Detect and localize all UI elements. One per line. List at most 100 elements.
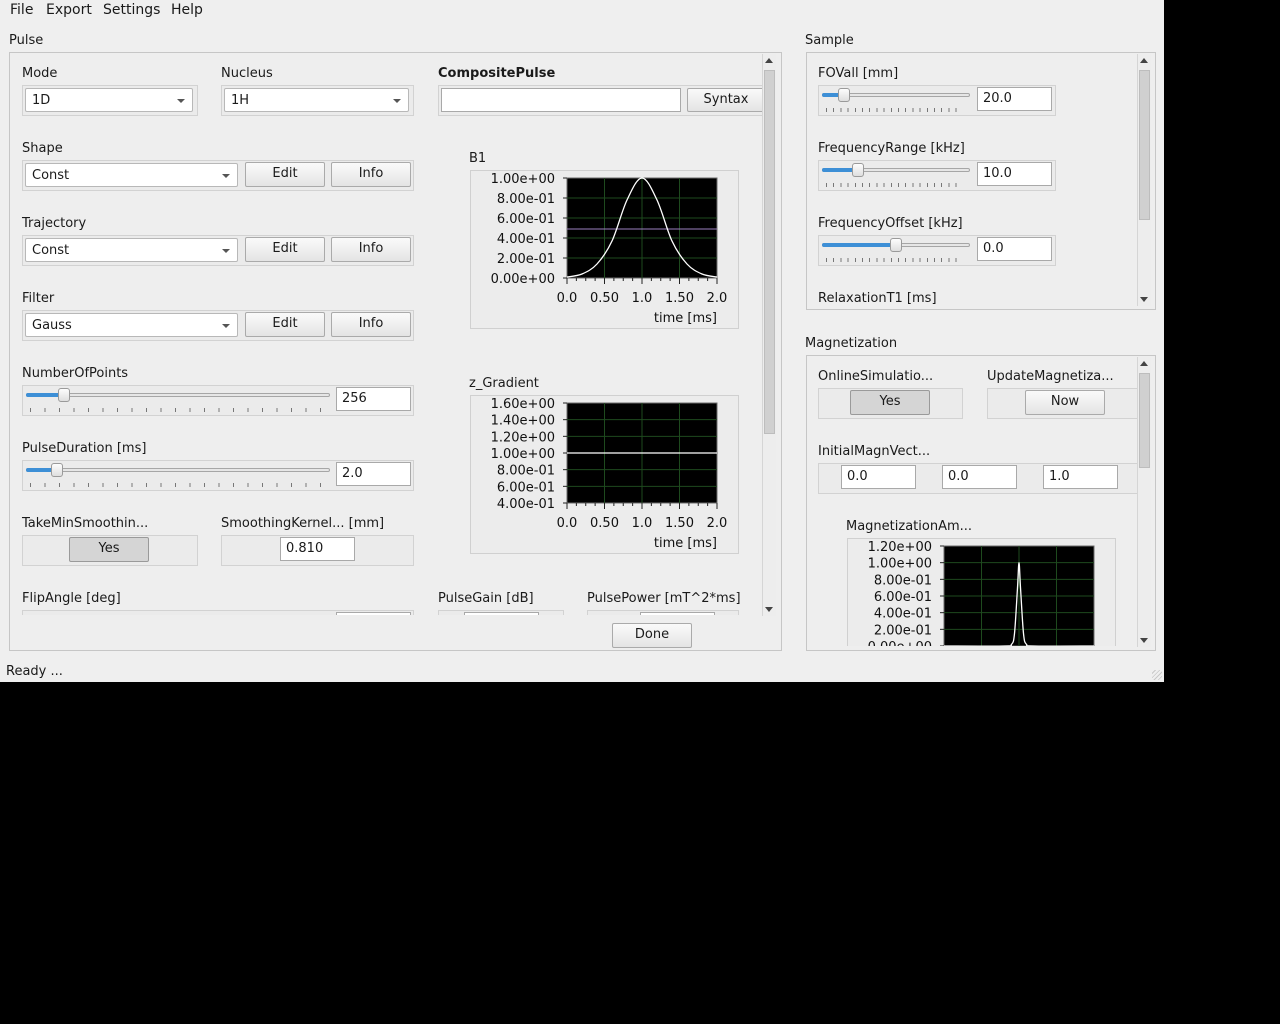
y-tick-label: 4.00e-01: [497, 232, 555, 247]
frequency-range-input[interactable]: 10.0: [977, 162, 1052, 186]
z-gradient-plot: 4.00e-01 6.00e-018.00e-01 1.00e+00 1.20e+00…: [491, 397, 728, 551]
shape-label: Shape: [22, 141, 63, 156]
scroll-down-icon[interactable]: [1140, 297, 1148, 302]
frequency-offset-input[interactable]: 0.0: [977, 237, 1052, 261]
x-tick-label: 0.50: [590, 291, 619, 306]
trajectory-value: Const: [32, 243, 70, 258]
slider-handle[interactable]: [852, 163, 864, 177]
status-bar-text: Ready ...: [6, 664, 63, 679]
nucleus-label: Nucleus: [221, 66, 273, 81]
update-magnetization-label: UpdateMagnetiza...: [987, 369, 1114, 384]
y-tick-label: 1.00e+00: [491, 447, 555, 462]
fovall-input[interactable]: 20.0: [977, 87, 1052, 111]
number-of-points-input[interactable]: 256: [336, 387, 411, 411]
x-tick-label: 0.50: [590, 516, 619, 531]
scrollbar-thumb[interactable]: [764, 70, 775, 434]
pulse-group-title: Pulse: [9, 33, 44, 48]
scroll-up-icon[interactable]: [1140, 361, 1148, 366]
shape-select[interactable]: Const: [25, 163, 238, 187]
scroll-down-icon[interactable]: [1140, 638, 1148, 643]
menu-file[interactable]: File: [10, 2, 33, 18]
mode-select[interactable]: 1D: [25, 88, 193, 112]
pulse-gain-input[interactable]: [464, 612, 539, 615]
chevron-down-icon: [222, 174, 230, 178]
x-tick-label: 1.0: [632, 291, 653, 306]
frequency-offset-slider[interactable]: [822, 238, 970, 263]
x-tick-label: 2.0: [707, 516, 728, 531]
menu-bar: File Export Settings Help: [0, 0, 1164, 22]
pulse-scroll-area: Mode 1D Nucleus 1H CompositePulse Syntax…: [12, 55, 762, 615]
z-gradient-plot-title: z_Gradient: [469, 376, 539, 391]
filter-info-button[interactable]: Info: [331, 312, 411, 337]
y-tick-label: 8.00e-01: [874, 573, 932, 588]
z-gradient-plot-frame: 4.00e-01 6.00e-01 8.00e-01 1.00e+00 1.20e+00…: [470, 395, 739, 554]
scroll-up-icon[interactable]: [1140, 58, 1148, 63]
syntax-button[interactable]: Syntax: [687, 88, 762, 112]
b1-plot-frame: 0.00e+00 2.00e-01 4.00e-01 6.00e-01 8.00e-01…: [470, 170, 739, 329]
magnetization-amplitude-frame: 0.00e+00 2.00e-014.00e-01 6.00e-01 8.00e-01…: [847, 538, 1116, 646]
scroll-up-icon[interactable]: [765, 58, 773, 63]
initial-magn-vector-label: InitialMagnVect...: [818, 444, 931, 459]
y-tick-label: 8.00e-01: [497, 192, 555, 207]
menu-help[interactable]: Help: [171, 2, 203, 18]
flip-angle-input[interactable]: [336, 612, 411, 615]
magnetization-vertical-scrollbar[interactable]: [1137, 357, 1151, 647]
initial-magn-z-input[interactable]: 1.0: [1043, 465, 1118, 489]
chevron-down-icon: [393, 99, 401, 103]
slider-handle[interactable]: [58, 388, 70, 402]
trajectory-select[interactable]: Const: [25, 238, 238, 262]
scrollbar-thumb[interactable]: [1139, 373, 1150, 468]
online-simulation-toggle[interactable]: Yes: [850, 390, 930, 415]
filter-edit-button[interactable]: Edit: [245, 312, 325, 337]
y-tick-label: 0.00e+00: [491, 272, 555, 287]
y-tick-label: 1.00e+00: [868, 557, 932, 572]
application-window: File Export Settings Help Pulse Mode 1D …: [0, 0, 1164, 682]
x-tick-label: 2.0: [707, 291, 728, 306]
trajectory-edit-button[interactable]: Edit: [245, 237, 325, 262]
frequency-range-slider[interactable]: [822, 163, 970, 188]
take-min-smoothing-label: TakeMinSmoothin...: [22, 516, 149, 531]
b1-plot: 0.00e+00 2.00e-01 4.00e-01 6.00e-01 8.00e-01…: [491, 172, 728, 326]
y-tick-label: 4.00e-01: [497, 497, 555, 512]
scroll-down-icon[interactable]: [765, 607, 773, 612]
filter-select[interactable]: Gauss: [25, 313, 238, 337]
pulse-duration-label: PulseDuration [ms]: [22, 441, 147, 456]
initial-magn-y-input[interactable]: 0.0: [942, 465, 1017, 489]
b1-plot-title: B1: [469, 151, 487, 166]
magnetization-amplitude-plot: 0.00e+00 2.00e-014.00e-01 6.00e-01 8.00e-01…: [868, 540, 1095, 646]
menu-settings[interactable]: Settings: [103, 2, 160, 18]
trajectory-info-button[interactable]: Info: [331, 237, 411, 262]
menu-export[interactable]: Export: [46, 2, 92, 18]
initial-magn-x-input[interactable]: 0.0: [841, 465, 916, 489]
x-tick-label: 1.50: [665, 291, 694, 306]
y-tick-label: 1.00e+00: [491, 172, 555, 187]
sample-vertical-scrollbar[interactable]: [1137, 54, 1151, 306]
composite-pulse-input[interactable]: [441, 88, 681, 112]
number-of-points-slider[interactable]: [26, 388, 330, 413]
nucleus-select[interactable]: 1H: [224, 88, 409, 112]
update-magnetization-now-button[interactable]: Now: [1025, 390, 1105, 415]
magnetization-group-title: Magnetization: [805, 336, 898, 351]
shape-info-button[interactable]: Info: [331, 162, 411, 187]
chevron-down-icon: [222, 249, 230, 253]
slider-handle[interactable]: [838, 88, 850, 102]
x-tick-label: 1.50: [665, 516, 694, 531]
shape-edit-button[interactable]: Edit: [245, 162, 325, 187]
take-min-smoothing-toggle[interactable]: Yes: [69, 537, 149, 562]
pulse-duration-slider[interactable]: [26, 463, 330, 488]
smoothing-kernel-input[interactable]: 0.810: [280, 537, 355, 561]
fovall-label: FOVall [mm]: [818, 66, 899, 81]
pulse-vertical-scrollbar[interactable]: [762, 54, 776, 616]
resize-grip-icon[interactable]: [1152, 670, 1162, 680]
scrollbar-thumb[interactable]: [1139, 70, 1150, 220]
done-button[interactable]: Done: [612, 623, 692, 648]
y-tick-label: 1.20e+00: [491, 430, 555, 445]
y-tick-label: 6.00e-01: [874, 590, 932, 605]
slider-handle[interactable]: [890, 238, 902, 252]
pulse-power-input[interactable]: [640, 612, 715, 615]
online-simulation-label: OnlineSimulatio...: [818, 369, 934, 384]
fovall-slider[interactable]: [822, 88, 970, 113]
slider-handle[interactable]: [51, 463, 63, 477]
mode-label: Mode: [22, 66, 58, 81]
pulse-duration-input[interactable]: 2.0: [336, 462, 411, 486]
